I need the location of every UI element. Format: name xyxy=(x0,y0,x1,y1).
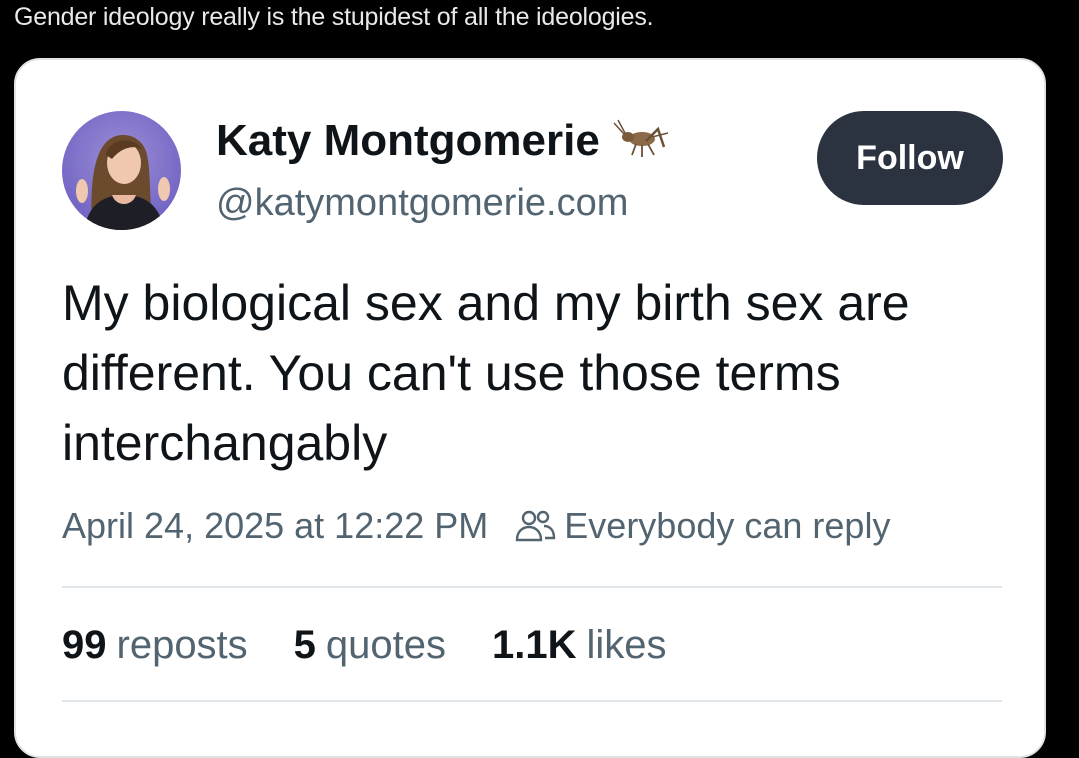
author-name: Katy Montgomerie xyxy=(216,116,600,165)
likes-stat[interactable]: 1.1K likes xyxy=(492,620,667,670)
reposts-stat[interactable]: 99 reposts xyxy=(62,620,248,670)
quotes-label: quotes xyxy=(325,623,447,667)
author-handle[interactable]: @katymontgomerie.com xyxy=(216,180,628,226)
engagement-stats: 99 reposts 5 quotes 1.1K likes xyxy=(62,620,713,670)
follow-button[interactable]: Follow xyxy=(817,111,1003,205)
quotes-count: 5 xyxy=(293,623,316,667)
quotes-stat[interactable]: 5 quotes xyxy=(294,620,446,670)
divider xyxy=(62,700,1002,702)
reposts-count: 99 xyxy=(62,623,107,667)
tweet-text: My biological sex and my birth sex are d… xyxy=(62,275,910,471)
reposts-label: reposts xyxy=(116,623,248,667)
likes-count: 1.1K xyxy=(492,623,577,667)
cricket-icon xyxy=(613,119,669,157)
timestamp[interactable]: April 24, 2025 at 12:22 PM xyxy=(62,504,488,548)
likes-label: likes xyxy=(586,623,667,667)
divider xyxy=(62,586,1002,588)
reply-setting[interactable]: Everybody can reply xyxy=(564,504,890,548)
author-name-row[interactable]: Katy Montgomerie xyxy=(216,115,672,167)
avatar[interactable] xyxy=(62,111,181,230)
people-icon xyxy=(516,510,556,542)
post-caption: Gender ideology really is the stupidest … xyxy=(14,3,654,31)
avatar-photo xyxy=(62,111,181,230)
embedded-tweet-card: Katy Montgomerie @katymontgomerie.com Fo… xyxy=(14,58,1046,758)
tweet-meta: April 24, 2025 at 12:22 PM Everybody can… xyxy=(62,504,890,548)
